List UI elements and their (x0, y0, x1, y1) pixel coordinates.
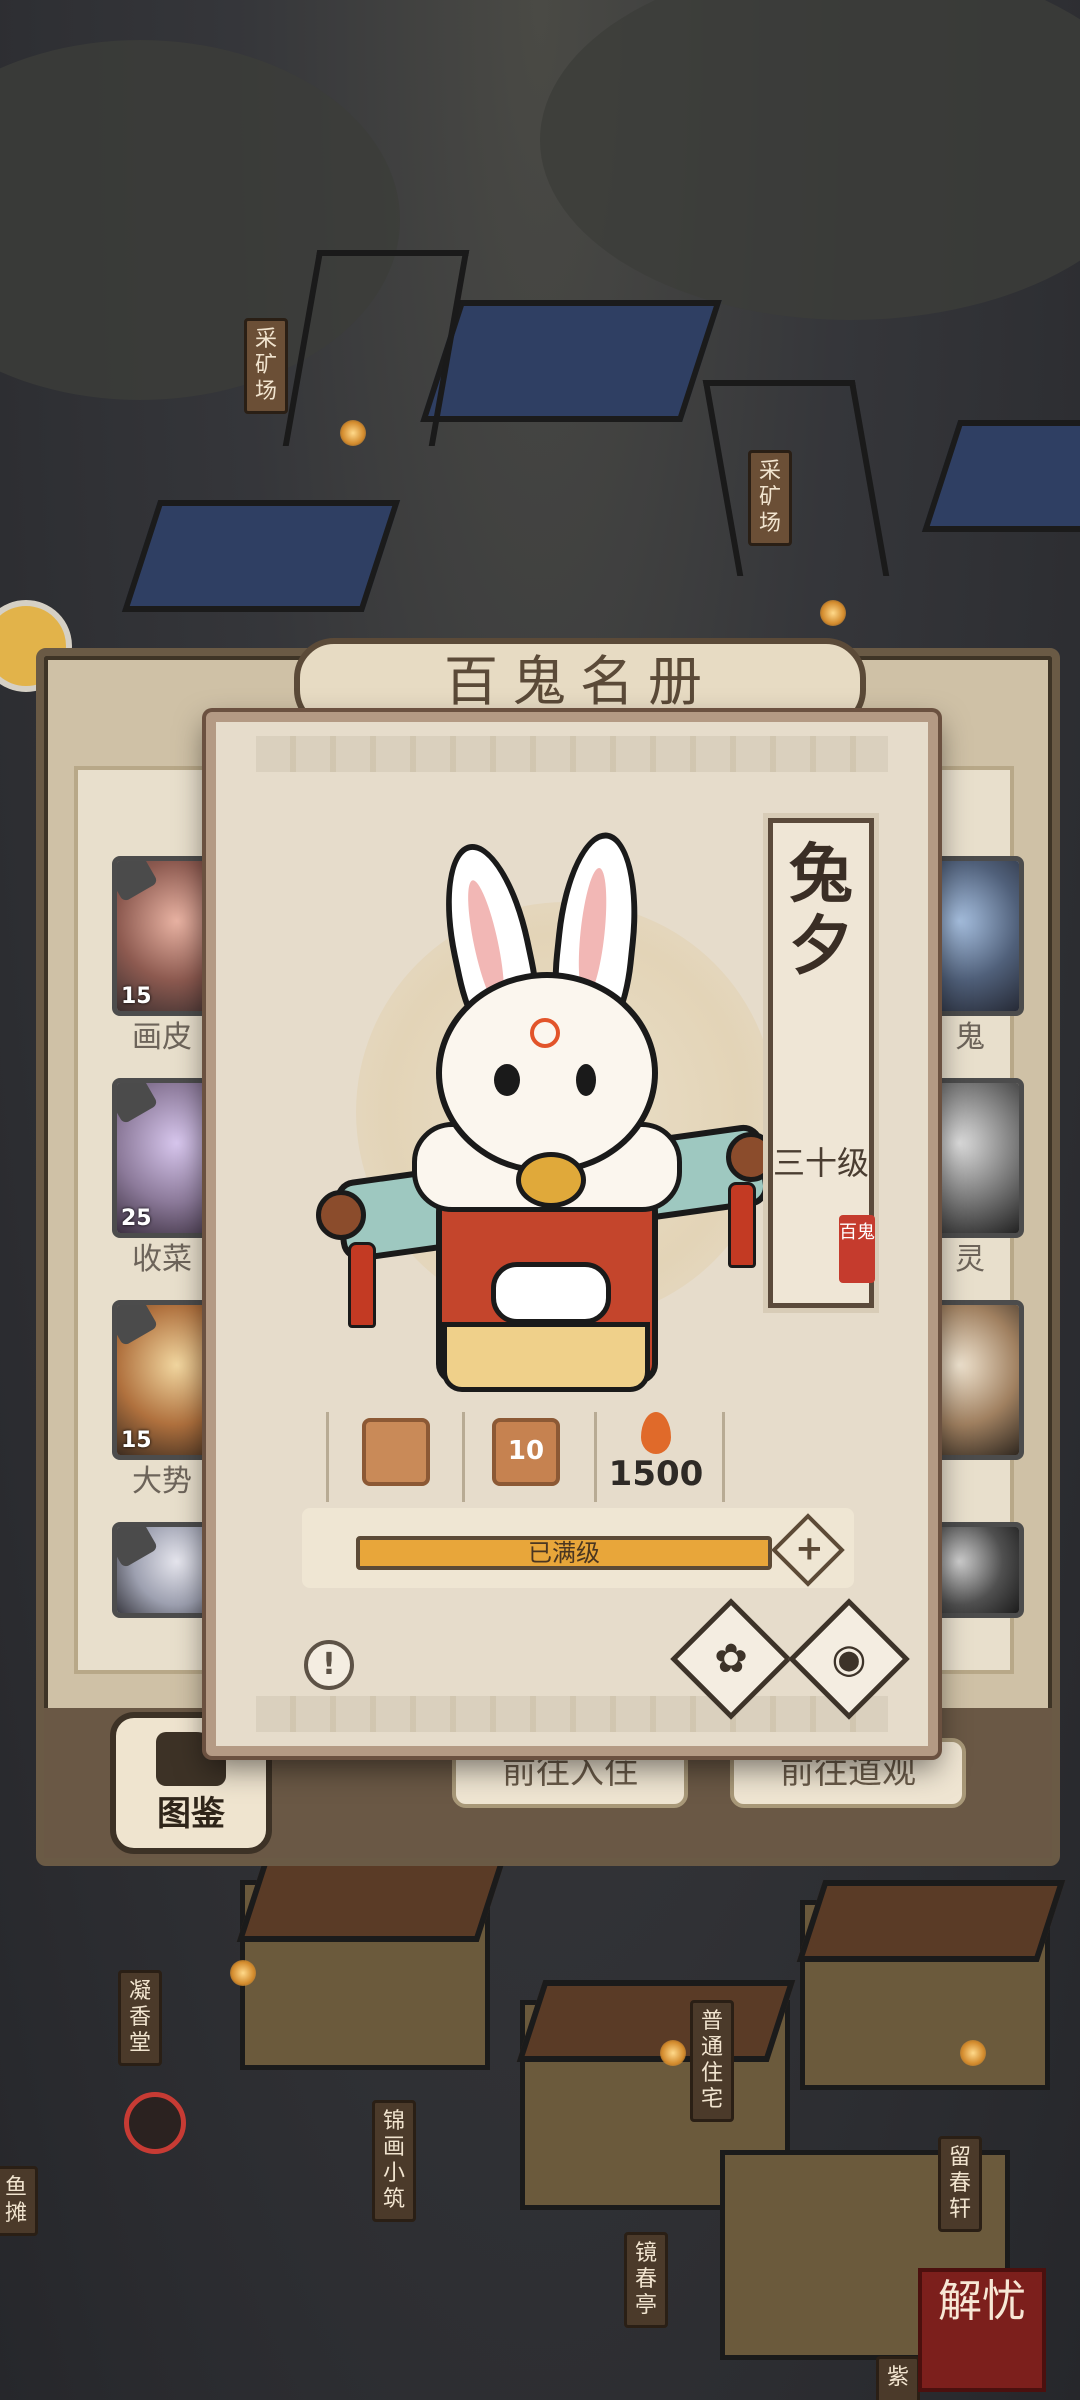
building-sign-jingchunting[interactable]: 镜春亭 (624, 2232, 668, 2328)
divider (326, 1412, 329, 1502)
lantern (340, 420, 366, 446)
progress-bar: 已满级 (356, 1536, 772, 1570)
lantern (820, 600, 846, 626)
level-up-button[interactable]: + (771, 1513, 845, 1587)
building-sign-yutan[interactable]: 鱼摊 (0, 2166, 38, 2236)
roof (420, 300, 722, 422)
stat-power: 1500 (596, 1412, 716, 1508)
divider (462, 1412, 465, 1502)
level-badge-value: 10 (507, 1436, 545, 1466)
mine-tower (702, 380, 890, 576)
bottom-border-pattern (256, 1696, 888, 1732)
gift-bag-icon: ◉ (831, 1636, 867, 1682)
spirit-flame-icon: ✿ (714, 1636, 748, 1682)
rabbit-paws (491, 1262, 611, 1324)
stat-level-badge[interactable]: 10 (466, 1412, 586, 1508)
character-nameplate: 兔夕 三十级 百鬼 (768, 818, 875, 1308)
building-sign-jinhuaxiaozhu[interactable]: 锦画小筑 (372, 2100, 416, 2222)
gold-ingot (516, 1152, 586, 1208)
building-sign-partial[interactable]: 紫 (876, 2356, 920, 2400)
roof (516, 1980, 796, 2062)
level-badge-icon: 10 (492, 1418, 560, 1486)
flame-icon (641, 1412, 671, 1454)
mine-sign-1[interactable]: 采矿场 (244, 318, 288, 414)
hill (540, 0, 1080, 320)
scroll-knob (316, 1190, 366, 1240)
red-seal-stamp: 百鬼 (839, 1215, 875, 1283)
character-stats: 10 1500 (326, 1412, 726, 1508)
info-button[interactable]: ! (304, 1640, 354, 1690)
lantern (960, 2040, 986, 2066)
card-level: 25 (121, 1206, 152, 1231)
rabbit-skirt (442, 1322, 650, 1392)
top-border-pattern (256, 736, 888, 772)
forbidden-icon[interactable] (124, 2092, 186, 2154)
character-level: 三十级 (773, 1144, 870, 1182)
rabbit-eye (576, 1064, 596, 1096)
jieyou-button[interactable]: 解忧 (918, 2268, 1046, 2392)
card-level: 15 (121, 984, 152, 1009)
card-level: 15 (121, 1428, 152, 1453)
talisman-icon (362, 1418, 430, 1486)
rabbit-eye (494, 1064, 520, 1096)
roof (921, 420, 1080, 532)
lantern (660, 2040, 686, 2066)
character-detail-card: 兔夕 三十级 百鬼 10 1500 已满级 + ! ✿ ◉ (206, 712, 938, 1756)
stat-talisman[interactable] (336, 1412, 456, 1508)
tassel (728, 1182, 756, 1268)
card-name: 画皮 (132, 1020, 192, 1055)
roof (121, 500, 401, 612)
roof (796, 1880, 1066, 1962)
tassel (348, 1242, 376, 1328)
rabbit-head (436, 972, 658, 1174)
roof (236, 1860, 506, 1942)
level-progress: 已满级 + (302, 1508, 854, 1588)
progress-label: 已满级 (528, 1539, 600, 1567)
character-name: 兔夕 (789, 837, 853, 984)
power-value: 1500 (608, 1454, 704, 1494)
card-name: 收菜 (132, 1242, 192, 1277)
character-portrait-rabbit (316, 822, 776, 1392)
divider (722, 1412, 725, 1502)
forehead-mark-icon (530, 1018, 560, 1048)
mine-sign-2[interactable]: 采矿场 (748, 450, 792, 546)
building-sign-putongzhuzhai[interactable]: 普通住宅 (690, 2000, 734, 2122)
tujian-label: 图鉴 (157, 1794, 225, 1834)
card-name: 大势 (132, 1464, 192, 1499)
plus-icon: + (795, 1528, 824, 1569)
building-sign-liuchunxuan[interactable]: 留春轩 (938, 2136, 982, 2232)
lantern (230, 1960, 256, 1986)
building-sign-ningxiangtang[interactable]: 凝香堂 (118, 1970, 162, 2066)
